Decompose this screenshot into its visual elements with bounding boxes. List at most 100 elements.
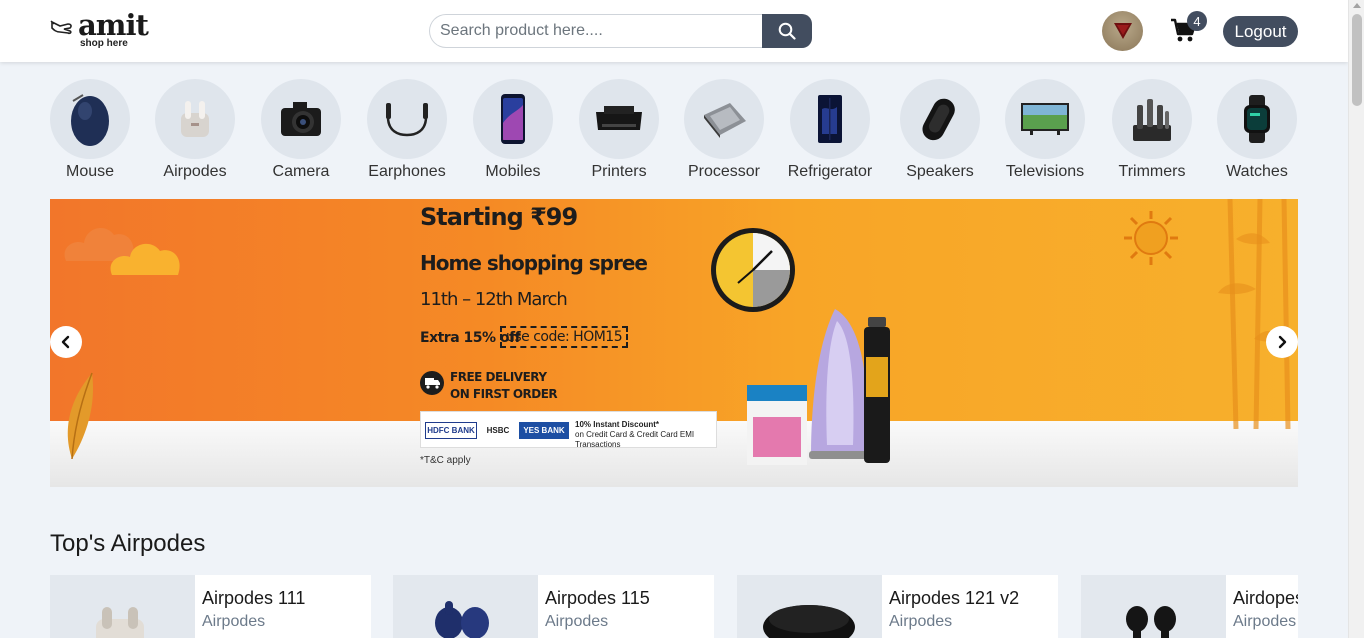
sun-icon [1124, 211, 1178, 265]
header: amit shop here 4 Logout [0, 0, 1348, 62]
banner-subheadline: Home shopping spree [420, 251, 648, 275]
category-image [1112, 79, 1192, 159]
category-image [1005, 79, 1085, 159]
search-button[interactable] [762, 14, 812, 48]
category-label: Watches [1226, 163, 1288, 180]
category-item-printers[interactable]: Printers [579, 79, 659, 181]
category-image [1217, 79, 1297, 159]
scroll-thumb[interactable] [1352, 14, 1362, 106]
watch-icon [1244, 95, 1270, 143]
delivery-truck-icon [420, 371, 444, 395]
product-category: Airpodes [1233, 613, 1297, 630]
earbuds-product-icon [435, 601, 489, 638]
trimmer-icon [1133, 99, 1171, 141]
mobile-icon [501, 94, 525, 144]
category-label: Camera [272, 163, 330, 180]
bank-hdfc: HDFC BANK [425, 422, 477, 439]
earbuds-case-product-icon [763, 605, 855, 638]
discount-line-2: on Credit Card & Credit Card EMI Transac… [575, 430, 695, 449]
category-label: Refrigerator [787, 163, 873, 180]
printer-icon [596, 106, 642, 130]
refrigerator-icon [818, 95, 842, 143]
category-item-televisions[interactable]: Televisions [1005, 79, 1085, 181]
category-label: Televisions [1005, 163, 1085, 180]
category-label: Mobiles [485, 163, 541, 180]
banner-terms: *T&C apply [420, 455, 471, 466]
avatar-image-icon [1113, 23, 1132, 39]
category-item-airpodes[interactable]: Airpodes [155, 79, 235, 181]
bank-discount-text: 10% Instant Discount* on Credit Card & C… [575, 420, 716, 450]
search-icon [778, 22, 796, 40]
category-image [367, 79, 447, 159]
category-item-watches[interactable]: Watches [1217, 79, 1297, 181]
category-item-mobiles[interactable]: Mobiles [473, 79, 553, 181]
product-card[interactable]: Airdopes Airpodes [1081, 575, 1298, 638]
logo-word: amit [78, 8, 149, 42]
category-item-earphones[interactable]: Earphones [367, 79, 447, 181]
category-image [579, 79, 659, 159]
category-image [473, 79, 553, 159]
airpods-icon [181, 101, 209, 137]
bamboo-icon [1218, 199, 1291, 429]
banner-coupon-code: use code: HOM15 [500, 326, 629, 348]
category-label: Processor [687, 163, 761, 180]
page-scrollbar[interactable] [1348, 0, 1364, 638]
product-image [1081, 575, 1226, 638]
product-card[interactable]: Airpodes 111 Airpodes [50, 575, 371, 638]
product-card[interactable]: Airpodes 115 Airpodes [393, 575, 714, 638]
category-label: Printers [591, 163, 647, 180]
delivery-line-1: FREE DELIVERY [450, 370, 547, 384]
product-name: Airpodes 121 v2 [889, 588, 1020, 608]
category-list: Mouse Airpodes Camera Earphones Mobiles … [50, 79, 1298, 184]
category-item-refrigerator[interactable]: Refrigerator [788, 79, 872, 181]
logout-button[interactable]: Logout [1223, 16, 1298, 47]
category-item-mouse[interactable]: Mouse [50, 79, 130, 181]
airdopes-product-icon [1126, 606, 1176, 638]
promo-banner-carousel[interactable]: Starting ₹99 Home shopping spree 11th – … [50, 199, 1298, 487]
earphones-icon [386, 103, 428, 137]
category-image [790, 79, 870, 159]
delivery-line-2: ON FIRST ORDER [450, 387, 558, 401]
product-name: Airpodes 115 [545, 588, 650, 608]
bank-yes: YES BANK [519, 422, 569, 439]
category-label: Speakers [906, 163, 974, 180]
bank-hsbc: HSBC [486, 426, 510, 435]
scroll-up-arrow-icon[interactable] [1353, 3, 1361, 8]
product-row: Airpodes 111 Airpodes Airpodes 115 Airpo… [50, 575, 1298, 638]
avatar[interactable] [1102, 11, 1143, 51]
category-item-camera[interactable]: Camera [261, 79, 341, 181]
product-image [393, 575, 538, 638]
logo-tagline: shop here [80, 38, 128, 49]
clouds-icon [64, 228, 180, 275]
category-item-speakers[interactable]: Speakers [900, 79, 980, 181]
product-name: Airpodes 111 [202, 588, 306, 608]
product-image [50, 575, 195, 638]
television-icon [1021, 103, 1069, 135]
hand-icon [50, 20, 72, 35]
banner-dates: 11th – 12th March [420, 289, 568, 310]
spray-can-icon [864, 317, 890, 463]
category-item-trimmers[interactable]: Trimmers [1112, 79, 1192, 181]
category-item-processor[interactable]: Processor [684, 79, 764, 181]
product-card[interactable]: Airpodes 121 v2 Airpodes [737, 575, 1058, 638]
processor-icon [704, 103, 746, 138]
product-category: Airpodes [202, 613, 266, 630]
logo[interactable]: amit shop here [50, 8, 150, 52]
camera-icon [281, 102, 321, 136]
category-image [155, 79, 235, 159]
product-name: Airdopes [1233, 588, 1298, 608]
wall-clock-icon [711, 228, 795, 312]
search-bar [429, 14, 812, 48]
carousel-next-button[interactable] [1266, 326, 1298, 358]
banner-delivery-text: FREE DELIVERY ON FIRST ORDER [450, 369, 558, 403]
cart-count-badge: 4 [1187, 11, 1207, 31]
product-category: Airpodes [545, 613, 609, 630]
leaf-icon [67, 372, 94, 459]
product-box-icon [747, 385, 807, 465]
discount-line-1: 10% Instant Discount* [575, 420, 660, 429]
category-label: Airpodes [163, 163, 227, 180]
category-label: Trimmers [1118, 163, 1186, 180]
search-input[interactable] [429, 14, 763, 48]
carousel-prev-button[interactable] [50, 326, 82, 358]
section-title: Top's Airpodes [50, 530, 206, 557]
